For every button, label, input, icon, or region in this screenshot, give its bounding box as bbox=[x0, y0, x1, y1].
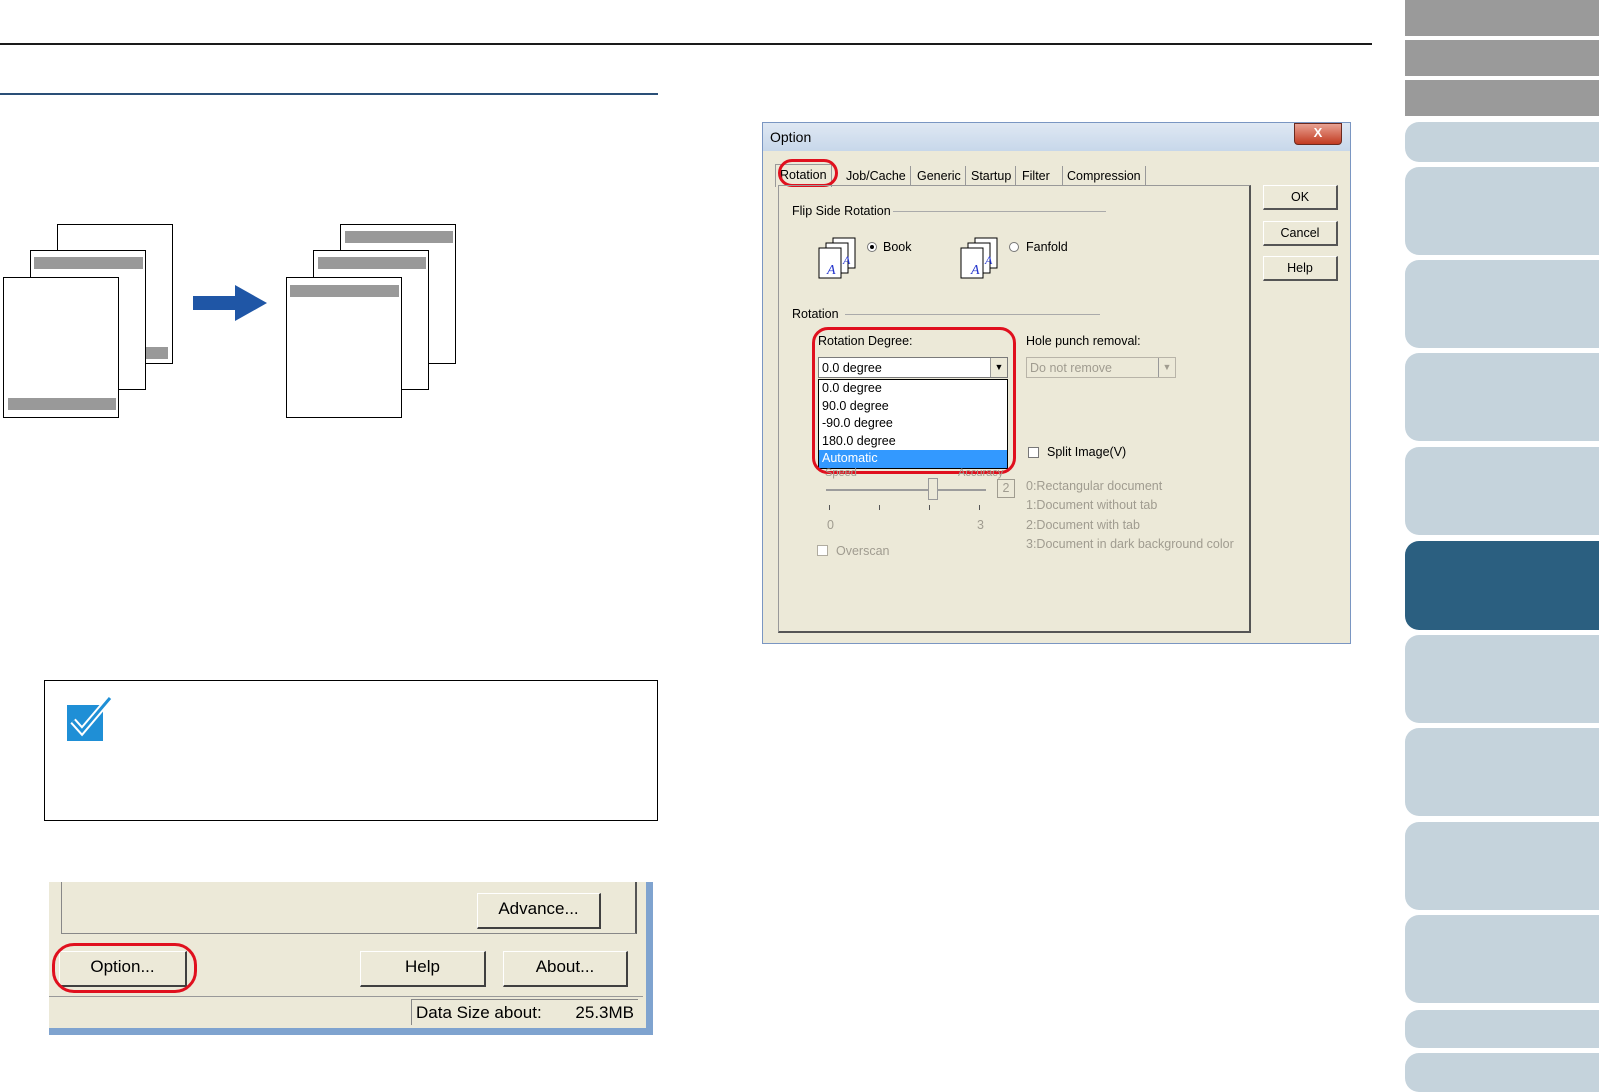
flip-side-group-line bbox=[893, 211, 1106, 212]
right-arrow-head bbox=[235, 285, 267, 321]
main-window-screenshot: Advance... Option... Help About... Data … bbox=[49, 882, 653, 1035]
tab-job-cache[interactable]: Job/Cache bbox=[842, 166, 911, 186]
split-image-label: Split Image(V) bbox=[1047, 445, 1127, 459]
tab-generic[interactable]: Generic bbox=[913, 166, 966, 186]
page-bar bbox=[290, 285, 399, 297]
fanfold-label: Fanfold bbox=[1026, 240, 1068, 254]
page-front bbox=[3, 277, 119, 418]
ok-button[interactable]: OK bbox=[1263, 185, 1338, 210]
hole-punch-label: Hole punch removal: bbox=[1026, 334, 1141, 348]
note-box bbox=[44, 680, 658, 821]
data-size-label: Data Size about: bbox=[416, 1003, 542, 1022]
close-button[interactable]: X bbox=[1294, 123, 1342, 145]
option-highlight bbox=[52, 943, 197, 993]
slider-tick bbox=[929, 505, 930, 510]
data-size-panel: Data Size about: 25.3MB bbox=[411, 999, 638, 1025]
hole-punch-select[interactable]: Do not remove ▼ bbox=[1026, 357, 1176, 378]
slider-tick bbox=[879, 505, 880, 510]
fanfold-icon: A A bbox=[960, 237, 998, 279]
checkmark-icon bbox=[67, 696, 112, 741]
tab-filter[interactable]: Filter bbox=[1018, 166, 1063, 186]
tab-compression[interactable]: Compression bbox=[1063, 166, 1146, 186]
slider-min-label: 0 bbox=[827, 518, 834, 532]
status-bar bbox=[49, 996, 643, 997]
about-button[interactable]: About... bbox=[503, 951, 628, 987]
page-front bbox=[286, 277, 402, 418]
speed-label: Speed bbox=[825, 467, 857, 479]
nav-chapter-tab[interactable] bbox=[1405, 447, 1599, 535]
slider-tick bbox=[829, 505, 830, 510]
advance-label: Advance... bbox=[498, 899, 579, 918]
slider-max-label: 3 bbox=[977, 518, 984, 532]
cancel-button[interactable]: Cancel bbox=[1263, 221, 1338, 246]
hole-punch-value: Do not remove bbox=[1030, 361, 1112, 375]
dialog-title: Option bbox=[770, 129, 812, 145]
document-type-3: 3:Document in dark background color bbox=[1026, 537, 1234, 551]
svg-text:A: A bbox=[984, 253, 993, 267]
document-type-1: 1:Document without tab bbox=[1026, 498, 1158, 512]
data-size-value: 25.3MB bbox=[575, 1003, 634, 1022]
slider-value-box: 2 bbox=[997, 479, 1015, 498]
page-bar bbox=[8, 398, 116, 410]
illustration-before bbox=[0, 220, 180, 420]
nav-chapter-tab[interactable] bbox=[1405, 915, 1599, 1003]
nav-chapter-tab[interactable] bbox=[1405, 728, 1599, 816]
nav-header-tab[interactable] bbox=[1405, 0, 1599, 36]
close-icon: X bbox=[1313, 125, 1323, 140]
rotation-degree-highlight bbox=[812, 327, 1016, 474]
section-rule bbox=[0, 93, 658, 95]
nav-header-tab[interactable] bbox=[1405, 80, 1599, 116]
fanfold-radio[interactable] bbox=[1009, 242, 1019, 252]
nav-chapter-tab[interactable] bbox=[1405, 167, 1599, 255]
page-bar bbox=[345, 231, 453, 243]
detection-slider-thumb[interactable] bbox=[928, 478, 938, 500]
rotation-group-label: Rotation bbox=[792, 307, 839, 321]
illustration-after bbox=[285, 220, 465, 420]
slider-tick bbox=[979, 505, 980, 510]
nav-chapter-tab[interactable] bbox=[1405, 353, 1599, 441]
overscan-checkbox[interactable] bbox=[817, 545, 828, 556]
flip-side-group-label: Flip Side Rotation bbox=[792, 204, 891, 218]
help-button[interactable]: Help bbox=[360, 951, 486, 987]
accuracy-label: Accuracy bbox=[958, 467, 1004, 479]
svg-text:A: A bbox=[826, 263, 836, 278]
rotation-group-line bbox=[845, 314, 1100, 315]
svg-text:A: A bbox=[970, 263, 980, 278]
help-label: Help bbox=[405, 957, 440, 976]
detection-slider-track[interactable] bbox=[826, 489, 986, 491]
rotation-tab-highlight bbox=[778, 159, 838, 187]
nav-header-tab[interactable] bbox=[1405, 40, 1599, 76]
overscan-label: Overscan bbox=[836, 544, 890, 558]
svg-text:A: A bbox=[842, 253, 851, 267]
header-rule bbox=[0, 43, 1372, 45]
page-bar bbox=[318, 257, 426, 269]
page-bar bbox=[34, 257, 143, 269]
book-radio[interactable] bbox=[867, 242, 877, 252]
nav-chapter-tab[interactable] bbox=[1405, 822, 1599, 910]
split-image-checkbox[interactable] bbox=[1028, 447, 1039, 458]
nav-chapter-tab[interactable] bbox=[1405, 1010, 1599, 1048]
nav-chapter-tab[interactable] bbox=[1405, 260, 1599, 348]
document-type-2: 2:Document with tab bbox=[1026, 518, 1140, 532]
book-label: Book bbox=[883, 240, 912, 254]
tab-startup[interactable]: Startup bbox=[967, 166, 1017, 186]
window-bottom-border bbox=[49, 1028, 653, 1035]
window-border bbox=[646, 882, 653, 1035]
nav-chapter-tab-active[interactable] bbox=[1405, 541, 1599, 630]
option-dialog: Option X Rotation Job/Cache Generic Star… bbox=[762, 122, 1351, 644]
nav-chapter-tab[interactable] bbox=[1405, 635, 1599, 723]
about-label: About... bbox=[535, 957, 595, 976]
slider-value: 2 bbox=[1002, 481, 1010, 495]
dialog-titlebar: Option X bbox=[763, 123, 1350, 151]
right-arrow-icon bbox=[193, 296, 237, 310]
document-type-0: 0:Rectangular document bbox=[1026, 479, 1163, 493]
chevron-down-icon[interactable]: ▼ bbox=[1158, 358, 1175, 377]
advance-button[interactable]: Advance... bbox=[477, 893, 601, 929]
nav-chapter-tab[interactable] bbox=[1405, 1053, 1599, 1092]
nav-chapter-tab[interactable] bbox=[1405, 122, 1599, 162]
help-button[interactable]: Help bbox=[1263, 256, 1338, 281]
book-icon: A A bbox=[818, 237, 856, 279]
